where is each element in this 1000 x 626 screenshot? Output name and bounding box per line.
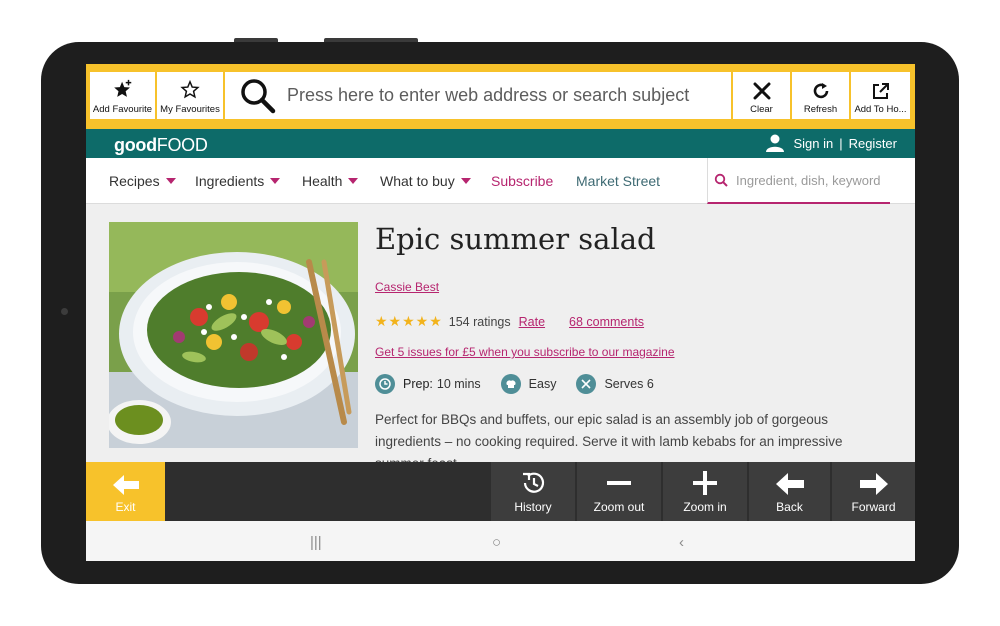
search-icon xyxy=(241,78,276,113)
add-to-home-label: Add To Ho... xyxy=(854,104,907,115)
exit-button[interactable]: Exit xyxy=(86,462,165,521)
site-nav: Recipes Ingredients Health What to buy S… xyxy=(86,158,915,204)
difficulty: Easy xyxy=(500,374,557,394)
history-label: History xyxy=(514,500,552,514)
zoom-out-label: Zoom out xyxy=(593,500,645,514)
refresh-label: Refresh xyxy=(803,104,838,115)
serves-value: Serves 6 xyxy=(604,377,654,391)
chef-hat-icon xyxy=(500,374,521,394)
chevron-down-icon xyxy=(270,178,281,184)
back-button[interactable]: Back xyxy=(749,462,830,521)
tablet-volume-button xyxy=(234,38,278,42)
external-link-icon xyxy=(872,83,889,99)
zoom-out-button[interactable]: Zoom out xyxy=(577,462,661,521)
address-bar[interactable]: Press here to enter web address or searc… xyxy=(225,72,731,119)
nav-health[interactable]: Health xyxy=(302,173,359,189)
close-icon xyxy=(753,82,770,100)
browser-toolbar: Add Favourite My Favourites Press here t… xyxy=(86,64,915,129)
my-favourites-label: My Favourites xyxy=(160,104,220,115)
star-rating-icon: ★★★★★ xyxy=(375,313,443,329)
chevron-down-icon xyxy=(348,178,359,184)
back-label: Back xyxy=(776,500,803,514)
nav-health-label: Health xyxy=(302,173,343,189)
zoom-in-button[interactable]: Zoom in xyxy=(663,462,747,521)
nav-recipes[interactable]: Recipes xyxy=(109,173,176,189)
clear-button[interactable]: Clear xyxy=(733,72,790,119)
search-icon xyxy=(714,173,728,187)
account-separator: | xyxy=(839,135,843,151)
difficulty-value: Easy xyxy=(528,377,557,391)
arrow-left-icon xyxy=(112,475,139,495)
plus-icon xyxy=(693,471,717,495)
nav-subscribe[interactable]: Subscribe xyxy=(491,173,553,189)
forward-label: Forward xyxy=(851,500,896,514)
nav-recipes-label: Recipes xyxy=(109,173,160,189)
nav-what-to-buy-label: What to buy xyxy=(380,173,455,189)
site-search-input[interactable]: Ingredient, dish, keyword xyxy=(707,158,890,204)
rating-row: ★★★★★ 154 ratings Rate 68 comments xyxy=(375,313,644,330)
rate-link[interactable]: Rate xyxy=(519,315,545,329)
recipe-meta: Prep: 10 mins Easy Serves 6 xyxy=(375,374,674,394)
servings: Serves 6 xyxy=(576,374,654,394)
add-favourite-button[interactable]: Add Favourite xyxy=(90,72,155,119)
star-outline-icon xyxy=(180,79,200,99)
history-icon xyxy=(523,472,545,493)
address-placeholder: Press here to enter web address or searc… xyxy=(287,85,690,105)
recipe-title: Epic summer salad xyxy=(375,222,656,256)
site-search-placeholder: Ingredient, dish, keyword xyxy=(736,172,881,188)
nav-ingredients[interactable]: Ingredients xyxy=(195,173,281,189)
account-links: Sign in | Register xyxy=(765,134,897,152)
star-plus-icon xyxy=(113,79,131,97)
minus-icon xyxy=(607,481,631,485)
forward-button[interactable]: Forward xyxy=(832,462,915,521)
chevron-down-icon xyxy=(460,178,471,184)
zoom-in-label: Zoom in xyxy=(683,500,727,514)
prep-label: Prep: xyxy=(403,377,433,391)
refresh-icon xyxy=(813,83,828,99)
nav-market-street[interactable]: Market Street xyxy=(576,173,660,189)
ratings-count: 154 ratings xyxy=(448,314,511,329)
exit-label: Exit xyxy=(115,500,136,514)
my-favourites-button[interactable]: My Favourites xyxy=(157,72,223,119)
tablet-screen: Add Favourite My Favourites Press here t… xyxy=(86,64,915,561)
nav-what-to-buy[interactable]: What to buy xyxy=(380,173,471,189)
arrow-left-icon xyxy=(775,473,804,495)
clock-icon xyxy=(375,374,395,394)
browser-bottom-bar: Exit History Zoom out Zoom in Back Forwa… xyxy=(86,462,915,521)
history-button[interactable]: History xyxy=(491,462,575,521)
tablet-power-button xyxy=(324,38,418,42)
comments-link[interactable]: 68 comments xyxy=(569,315,644,329)
author-link[interactable]: Cassie Best xyxy=(375,280,439,294)
salad-image xyxy=(109,222,358,448)
sign-in-link[interactable]: Sign in xyxy=(793,136,833,151)
chevron-down-icon xyxy=(165,178,176,184)
recents-icon[interactable]: ||| xyxy=(310,534,322,551)
nav-ingredients-label: Ingredients xyxy=(195,173,265,189)
home-icon[interactable]: ○ xyxy=(492,534,501,551)
register-link[interactable]: Register xyxy=(849,136,897,151)
front-camera xyxy=(61,308,68,315)
refresh-button[interactable]: Refresh xyxy=(792,72,849,119)
add-favourite-label: Add Favourite xyxy=(92,104,153,115)
recipe-photo xyxy=(109,222,358,448)
goodfood-logo[interactable]: goodFOOD xyxy=(114,135,208,156)
android-nav-bar: ||| ○ ‹ xyxy=(86,521,915,561)
site-header: goodFOOD Sign in | Register xyxy=(86,129,915,158)
prep-time: Prep: 10 mins xyxy=(375,374,481,394)
cutlery-icon xyxy=(576,374,597,394)
add-to-home-button[interactable]: Add To Ho... xyxy=(851,72,910,119)
clear-label: Clear xyxy=(750,104,773,115)
subscribe-promo-link[interactable]: Get 5 issues for £5 when you subscribe t… xyxy=(375,345,675,359)
prep-value: 10 mins xyxy=(436,377,481,391)
back-nav-icon[interactable]: ‹ xyxy=(679,534,684,551)
arrow-right-icon xyxy=(859,473,888,495)
logo-good: good xyxy=(114,135,157,155)
logo-food: FOOD xyxy=(156,135,208,155)
user-icon xyxy=(766,134,785,152)
